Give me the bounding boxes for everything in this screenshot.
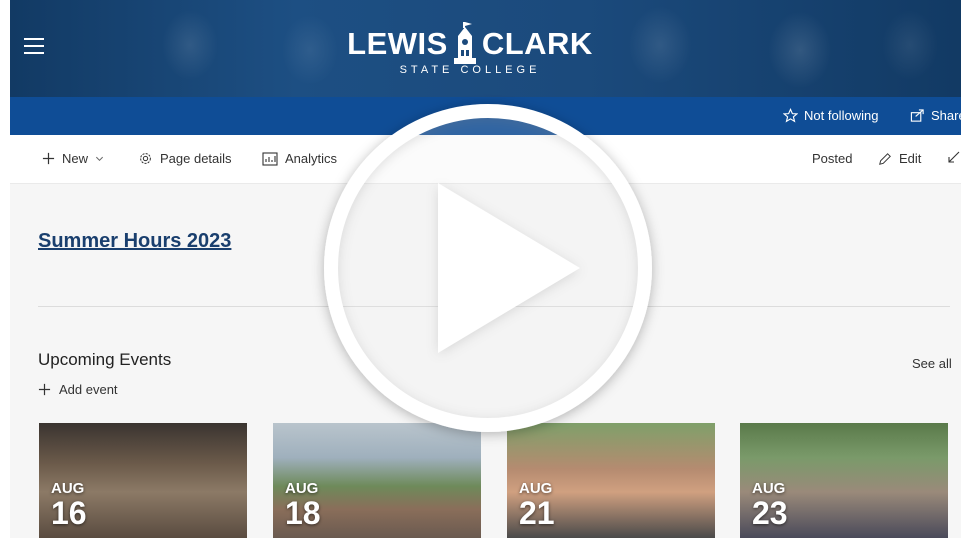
site-header: LEWIS CLARK STATE COLLEGE — [10, 0, 961, 97]
posted-label: Posted — [812, 151, 853, 166]
add-event-button[interactable]: Add event — [38, 382, 118, 397]
analytics-button[interactable]: Analytics — [262, 151, 337, 166]
clocktower-icon — [453, 22, 476, 64]
gear-icon — [140, 153, 151, 164]
event-day: 18 — [285, 495, 321, 531]
expand-icon — [948, 151, 960, 163]
posted-status: Posted — [812, 151, 852, 166]
share-button[interactable]: Share — [910, 108, 961, 123]
command-bar: New Page details Analytics Posted Edit — [10, 135, 961, 184]
logo-subtitle: STATE COLLEGE — [399, 64, 541, 76]
event-card[interactable]: AUG 21 — [507, 423, 715, 538]
event-card[interactable]: AUG 18 — [273, 423, 481, 538]
event-card[interactable]: AUG 16 — [39, 423, 247, 538]
event-month: AUG — [285, 480, 319, 497]
analytics-icon — [262, 151, 278, 166]
add-event-label: Add event — [59, 382, 118, 397]
event-day: 21 — [519, 495, 555, 531]
star-icon — [783, 108, 798, 123]
share-icon — [910, 109, 924, 122]
event-date: AUG 18 — [285, 481, 321, 530]
site-logo[interactable]: LEWIS CLARK STATE COLLEGE — [345, 22, 595, 88]
hamburger-icon[interactable] — [24, 38, 44, 54]
see-all-link[interactable]: See all — [912, 356, 952, 371]
logo-text-left: LEWIS — [347, 26, 448, 61]
event-day: 16 — [51, 495, 87, 531]
share-label: Share — [931, 108, 961, 123]
site-action-bar: Not following Share — [10, 97, 961, 135]
event-month: AUG — [519, 480, 553, 497]
plus-icon — [42, 152, 55, 165]
section-divider — [38, 306, 950, 307]
event-month: AUG — [752, 480, 786, 497]
chevron-down-icon — [96, 156, 104, 162]
follow-label: Not following — [804, 108, 879, 123]
expand-button[interactable] — [948, 151, 960, 163]
events-heading: Upcoming Events — [38, 350, 172, 369]
event-date: AUG 23 — [752, 481, 788, 530]
news-title-link[interactable]: Summer Hours 2023 — [38, 230, 231, 253]
edit-button[interactable]: Edit — [878, 151, 921, 166]
page-content: Summer Hours 2023 Upcoming Events See al… — [10, 184, 961, 538]
event-month: AUG — [51, 480, 85, 497]
edit-label: Edit — [899, 151, 922, 166]
new-button[interactable]: New — [42, 151, 104, 166]
page-details-label: Page details — [160, 151, 232, 166]
analytics-label: Analytics — [285, 151, 338, 166]
pencil-icon — [879, 152, 891, 165]
follow-button[interactable]: Not following — [783, 108, 878, 123]
page-details-button[interactable]: Page details — [138, 151, 232, 166]
event-day: 23 — [752, 495, 788, 531]
plus-icon — [38, 383, 51, 396]
event-date: AUG 16 — [51, 481, 87, 530]
event-date: AUG 21 — [519, 481, 555, 530]
new-label: New — [62, 151, 89, 166]
event-card[interactable]: AUG 23 — [740, 423, 948, 538]
logo-text-right: CLARK — [481, 26, 593, 61]
